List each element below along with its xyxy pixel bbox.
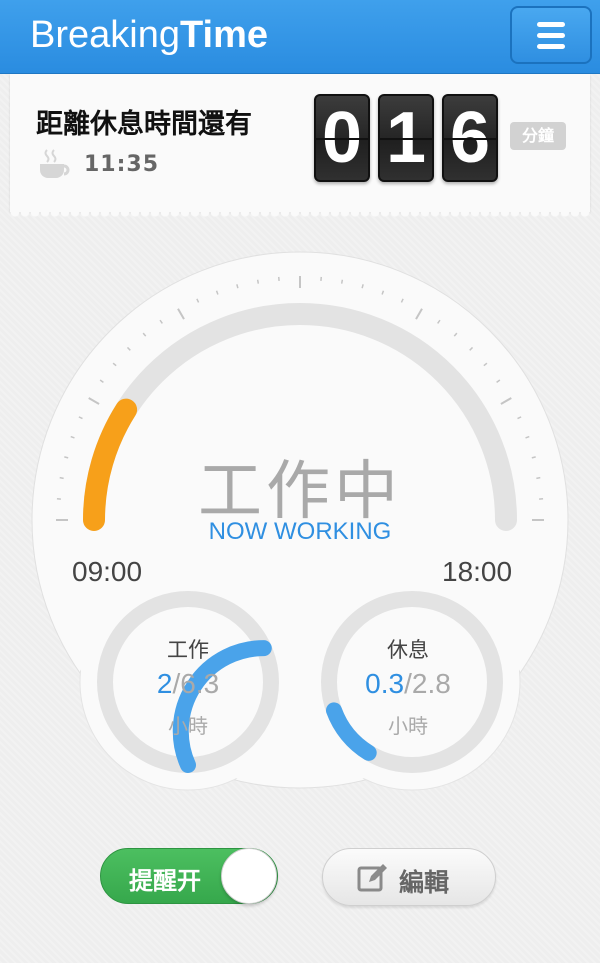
rest-hours-total: /2.8 (404, 668, 451, 699)
rest-gauge-unit: 小時 (388, 714, 428, 738)
edit-pencil-icon (357, 864, 387, 892)
hamburger-menu-icon (537, 21, 565, 27)
reminder-toggle[interactable]: 提醒开 (100, 848, 278, 904)
flip-digit: 1 (378, 94, 434, 182)
work-gauge-label: 工作 (167, 638, 209, 662)
edit-button[interactable]: 編輯 (322, 848, 496, 906)
app-title-bold: Time (179, 14, 268, 56)
dial-tick (340, 279, 344, 284)
work-hours-total: /6.3 (172, 668, 220, 699)
work-end-time: 18:00 (442, 556, 513, 587)
dial-tick (256, 279, 260, 284)
app-title-light: Breaking (30, 14, 180, 56)
dial-tick (361, 284, 364, 289)
app-header: BreakingTime (0, 0, 600, 74)
minutes-unit-badge: 分鐘 (510, 122, 566, 150)
countdown-card: 距離休息時間還有 11:35 0 1 6 分鐘 (10, 74, 590, 218)
reminder-toggle-label: 提醒开 (129, 867, 201, 895)
dial-tick (236, 284, 239, 289)
flip-digit: 0 (314, 94, 370, 182)
toggle-knob[interactable] (221, 848, 277, 904)
work-start-time: 09:00 (72, 556, 143, 587)
edit-button-label: 編輯 (399, 868, 450, 897)
menu-button[interactable] (510, 6, 592, 64)
rest-gauge-label: 休息 (387, 638, 429, 662)
work-hours-current: 2 (156, 668, 173, 699)
work-gauge-unit: 小時 (168, 714, 208, 738)
app-title: BreakingTime (30, 14, 268, 57)
coffee-cup-icon (40, 149, 70, 178)
flip-digit: 6 (442, 94, 498, 182)
work-gauge-value: 2/6.3 (98, 668, 278, 700)
rest-time: 11:35 (84, 152, 160, 177)
flip-clock: 0 1 6 (314, 94, 498, 182)
status-subtitle: NOW WORKING (208, 518, 392, 545)
rest-hours-current: 0.3 (365, 668, 405, 699)
rest-gauge-value: 0.3/2.8 (318, 668, 498, 700)
countdown-title: 距離休息時間還有 (36, 109, 252, 140)
